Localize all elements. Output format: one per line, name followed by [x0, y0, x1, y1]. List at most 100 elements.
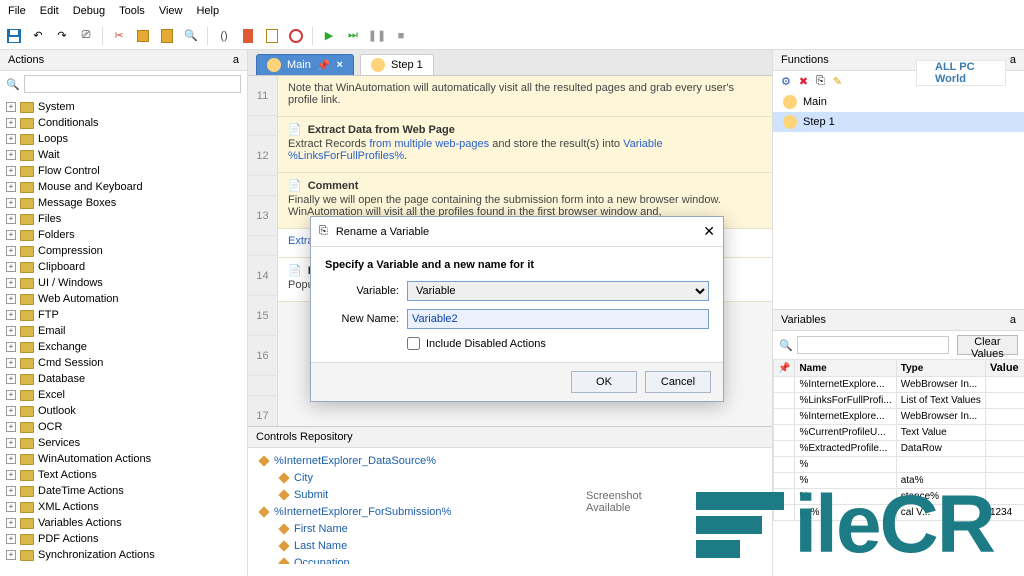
actions-tree-item[interactable]: +FTP: [4, 307, 243, 323]
expand-icon[interactable]: +: [6, 278, 16, 288]
expand-icon[interactable]: +: [6, 326, 16, 336]
actions-tree-item[interactable]: +Conditionals: [4, 115, 243, 131]
expand-icon[interactable]: +: [6, 214, 16, 224]
newname-input[interactable]: [407, 309, 709, 329]
variables-search-input[interactable]: [797, 336, 949, 354]
expand-icon[interactable]: +: [6, 502, 16, 512]
close-icon[interactable]: ✕: [703, 223, 715, 240]
variable-row[interactable]: ne%cal V...1234: [774, 505, 1024, 521]
function-item-main[interactable]: Main: [773, 92, 1024, 112]
controls-repo-item[interactable]: City: [256, 469, 764, 486]
expand-icon[interactable]: +: [6, 454, 16, 464]
step-block[interactable]: 📄Extract Data from Web PageExtract Recor…: [278, 117, 772, 173]
stop-icon[interactable]: ■: [393, 28, 409, 44]
variable-row[interactable]: %: [774, 457, 1024, 473]
actions-tree-item[interactable]: +Flow Control: [4, 163, 243, 179]
include-disabled-checkbox[interactable]: [407, 337, 420, 350]
expand-icon[interactable]: +: [6, 262, 16, 272]
actions-tree-item[interactable]: +Variables Actions: [4, 515, 243, 531]
actions-tree-item[interactable]: +Exchange: [4, 339, 243, 355]
actions-tree-item[interactable]: +System: [4, 99, 243, 115]
expand-icon[interactable]: +: [6, 198, 16, 208]
record-icon[interactable]: ⎚: [78, 28, 94, 44]
expand-icon[interactable]: +: [6, 374, 16, 384]
expand-icon[interactable]: +: [6, 486, 16, 496]
variable-row[interactable]: %CurrentProfileU...Text Value: [774, 425, 1024, 441]
search-icon[interactable]: 🔍: [183, 28, 199, 44]
actions-tree-item[interactable]: +Synchronization Actions: [4, 547, 243, 563]
variables-table[interactable]: 📌 Name Type Value ▴ %InternetExplore...W…: [773, 359, 1024, 521]
group-icon[interactable]: ⎘: [816, 75, 825, 88]
expand-icon[interactable]: +: [6, 118, 16, 128]
variable-row[interactable]: %InternetExplore...WebBrowser In...: [774, 409, 1024, 425]
menu-item[interactable]: File: [8, 5, 26, 17]
actions-tree-item[interactable]: +Web Automation: [4, 291, 243, 307]
expand-icon[interactable]: +: [6, 422, 16, 432]
expand-icon[interactable]: +: [6, 182, 16, 192]
clear-values-button[interactable]: Clear Values: [957, 335, 1018, 355]
actions-tree-item[interactable]: +Text Actions: [4, 467, 243, 483]
run-icon[interactable]: ▶: [321, 28, 337, 44]
actions-tree-item[interactable]: +Excel: [4, 387, 243, 403]
expand-icon[interactable]: +: [6, 534, 16, 544]
actions-tree-item[interactable]: +Loops: [4, 131, 243, 147]
expand-icon[interactable]: +: [6, 134, 16, 144]
expand-icon[interactable]: +: [6, 358, 16, 368]
ok-button[interactable]: OK: [571, 371, 637, 393]
variable-row[interactable]: %stance%: [774, 489, 1024, 505]
expand-icon[interactable]: +: [6, 342, 16, 352]
menu-item[interactable]: Help: [196, 5, 219, 17]
expand-icon[interactable]: +: [6, 438, 16, 448]
actions-tree-item[interactable]: +DateTime Actions: [4, 483, 243, 499]
cancel-button[interactable]: Cancel: [645, 371, 711, 393]
actions-tree[interactable]: +System+Conditionals+Loops+Wait+Flow Con…: [0, 97, 247, 576]
menu-item[interactable]: View: [159, 5, 183, 17]
delete-icon[interactable]: ✖: [799, 75, 808, 88]
col-type[interactable]: Type: [896, 360, 985, 377]
sheet-icon[interactable]: [264, 28, 280, 44]
expand-icon[interactable]: +: [6, 518, 16, 528]
expand-icon[interactable]: +: [6, 390, 16, 400]
actions-tree-item[interactable]: +Email: [4, 323, 243, 339]
controls-repo-item[interactable]: %InternetExplorer_DataSource%: [256, 452, 764, 469]
actions-tree-item[interactable]: +WinAutomation Actions: [4, 451, 243, 467]
undo-icon[interactable]: ↶: [30, 28, 46, 44]
actions-tree-item[interactable]: +Mouse and Keyboard: [4, 179, 243, 195]
actions-tree-item[interactable]: +XML Actions: [4, 499, 243, 515]
variable-row[interactable]: %LinksForFullProfi...List of Text Values: [774, 393, 1024, 409]
expand-icon[interactable]: +: [6, 102, 16, 112]
variable-row[interactable]: %InternetExplore...WebBrowser In...: [774, 377, 1024, 393]
actions-tree-item[interactable]: +Message Boxes: [4, 195, 243, 211]
expand-icon[interactable]: +: [6, 230, 16, 240]
expand-icon[interactable]: +: [6, 166, 16, 176]
cut-icon[interactable]: ✂: [111, 28, 127, 44]
edit-icon[interactable]: ✎: [833, 75, 842, 88]
pause-icon[interactable]: ❚❚: [369, 28, 385, 44]
actions-tree-item[interactable]: +Folders: [4, 227, 243, 243]
close-icon[interactable]: ×: [337, 59, 343, 71]
save-icon[interactable]: [6, 28, 22, 44]
expand-icon[interactable]: +: [6, 150, 16, 160]
redo-icon[interactable]: ↷: [54, 28, 70, 44]
col-name[interactable]: Name: [795, 360, 896, 377]
copy-icon[interactable]: [135, 28, 151, 44]
actions-tree-item[interactable]: +Compression: [4, 243, 243, 259]
tab-step1[interactable]: Step 1: [360, 54, 434, 75]
actions-tree-item[interactable]: +Cmd Session: [4, 355, 243, 371]
function-item-step1[interactable]: Step 1: [773, 112, 1024, 132]
actions-tree-item[interactable]: +Services: [4, 435, 243, 451]
controls-repo-item[interactable]: Occupation: [256, 554, 764, 564]
tab-main[interactable]: Main 📌 ×: [256, 54, 354, 75]
step-block[interactable]: Note that WinAutomation will automatical…: [278, 76, 772, 117]
actions-tree-item[interactable]: +PDF Actions: [4, 531, 243, 547]
expand-icon[interactable]: +: [6, 310, 16, 320]
tab-pin-icon[interactable]: 📌: [317, 59, 331, 72]
paren-icon[interactable]: (): [216, 28, 232, 44]
menu-item[interactable]: Edit: [40, 5, 59, 17]
expand-icon[interactable]: +: [6, 294, 16, 304]
bookmark-icon[interactable]: [240, 28, 256, 44]
functions-list[interactable]: Main Step 1: [773, 92, 1024, 309]
expand-icon[interactable]: +: [6, 470, 16, 480]
actions-tree-item[interactable]: +Clipboard: [4, 259, 243, 275]
menu-item[interactable]: Tools: [119, 5, 145, 17]
